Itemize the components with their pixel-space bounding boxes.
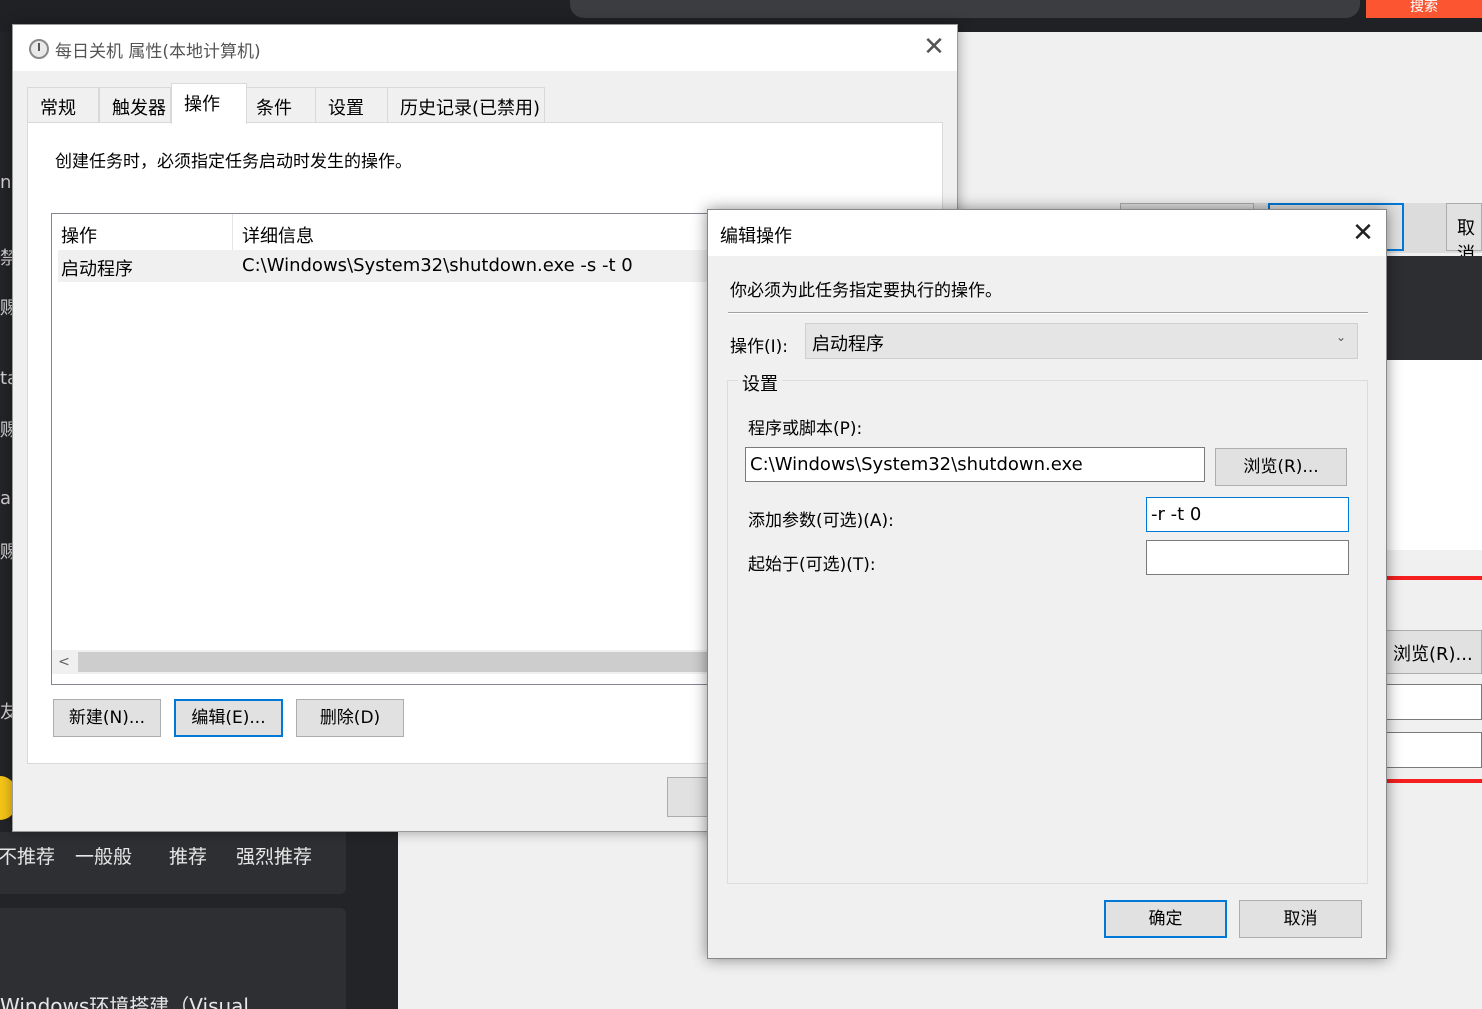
settings-group-label: 设置: [738, 370, 782, 396]
horizontal-scrollbar[interactable]: <: [52, 650, 730, 674]
scroll-left-icon[interactable]: <: [56, 652, 72, 672]
actions-description: 创建任务时，必须指定任务启动时发生的操作。: [55, 152, 412, 172]
background-input[interactable]: [1386, 684, 1482, 720]
edit-dialog-title: 编辑操作: [720, 226, 792, 247]
background-browse-button[interactable]: 浏览(R)...: [1386, 630, 1482, 674]
list-item-details: C:\Windows\System32\shutdown.exe -s -t 0: [242, 255, 633, 276]
tab-conditions[interactable]: 条件: [243, 87, 317, 123]
browse-button[interactable]: 浏览(R)...: [1215, 448, 1347, 486]
chevron-down-icon[interactable]: ⌄: [1336, 330, 1346, 344]
column-header-action[interactable]: 操作: [52, 214, 233, 250]
start-in-label: 起始于(可选)(T):: [748, 555, 876, 575]
ok-button[interactable]: 确定: [1104, 900, 1227, 938]
list-item[interactable]: 启动程序 C:\Windows\System32\shutdown.exe -s…: [58, 250, 732, 282]
column-header-details[interactable]: 详细信息: [233, 214, 732, 250]
background-glyph: a: [0, 488, 12, 509]
close-icon[interactable]: ✕: [917, 33, 951, 63]
background-red-line: [1386, 779, 1482, 783]
tab-triggers[interactable]: 触发器: [99, 87, 171, 123]
actions-list[interactable]: 操作 详细信息 启动程序 C:\Windows\System32\shutdow…: [51, 213, 732, 685]
separator: [728, 312, 1368, 314]
arguments-label: 添加参数(可选)(A):: [748, 511, 894, 531]
rating-option[interactable]: 一般般: [75, 842, 132, 869]
action-type-label: 操作(I):: [730, 337, 789, 357]
article-title[interactable]: Windows环境搭建（Visual: [0, 990, 249, 1009]
edit-action-dialog: 编辑操作 ✕ 你必须为此任务指定要执行的操作。 操作(I): 启动程序 ⌄ 设置…: [707, 209, 1387, 959]
background-glyph: n: [0, 172, 12, 193]
scrollbar-thumb[interactable]: [78, 652, 730, 672]
delete-action-button[interactable]: 删除(D): [296, 699, 404, 737]
background-rating-card: 不推荐 一般般 推荐 强烈推荐: [0, 832, 346, 894]
background-cancel-button[interactable]: 取消: [1446, 203, 1482, 265]
start-in-input[interactable]: [1146, 540, 1349, 575]
background-article-card[interactable]: Windows环境搭建（Visual: [0, 908, 346, 1009]
rating-option[interactable]: 强烈推荐: [236, 842, 312, 869]
list-item-action: 启动程序: [61, 259, 133, 280]
edit-description: 你必须为此任务指定要执行的操作。: [730, 281, 1002, 301]
rating-option[interactable]: 不推荐: [0, 842, 55, 869]
close-icon[interactable]: ✕: [1346, 218, 1380, 250]
background-input[interactable]: [1386, 732, 1482, 768]
background-dark-area: [1386, 256, 1482, 362]
background-white-area: [1386, 360, 1482, 550]
background-red-line: [1386, 576, 1482, 580]
properties-title: 每日关机 属性(本地计算机): [55, 42, 261, 62]
tab-actions[interactable]: 操作: [171, 83, 247, 124]
tab-history[interactable]: 历史记录(已禁用): [387, 87, 545, 123]
tab-settings[interactable]: 设置: [315, 87, 389, 123]
edit-title-bar[interactable]: 编辑操作 ✕: [708, 210, 1386, 256]
rating-option[interactable]: 推荐: [169, 842, 207, 869]
list-header: 操作 详细信息: [52, 214, 732, 250]
arguments-input[interactable]: -r -t 0: [1146, 497, 1349, 532]
browser-search-button[interactable]: 搜索: [1366, 0, 1482, 18]
browser-search-field[interactable]: [570, 0, 1360, 18]
tab-general[interactable]: 常规: [27, 87, 99, 123]
edit-action-button[interactable]: 编辑(E)...: [174, 699, 283, 737]
program-input[interactable]: C:\Windows\System32\shutdown.exe: [745, 447, 1205, 482]
new-action-button[interactable]: 新建(N)...: [53, 699, 161, 737]
program-label: 程序或脚本(P):: [748, 419, 863, 439]
action-type-value: 启动程序: [812, 334, 884, 355]
clock-icon: [29, 39, 49, 59]
cancel-button[interactable]: 取消: [1239, 900, 1362, 938]
action-type-select[interactable]: 启动程序: [805, 323, 1358, 359]
properties-title-bar[interactable]: 每日关机 属性(本地计算机) ✕: [13, 25, 957, 71]
